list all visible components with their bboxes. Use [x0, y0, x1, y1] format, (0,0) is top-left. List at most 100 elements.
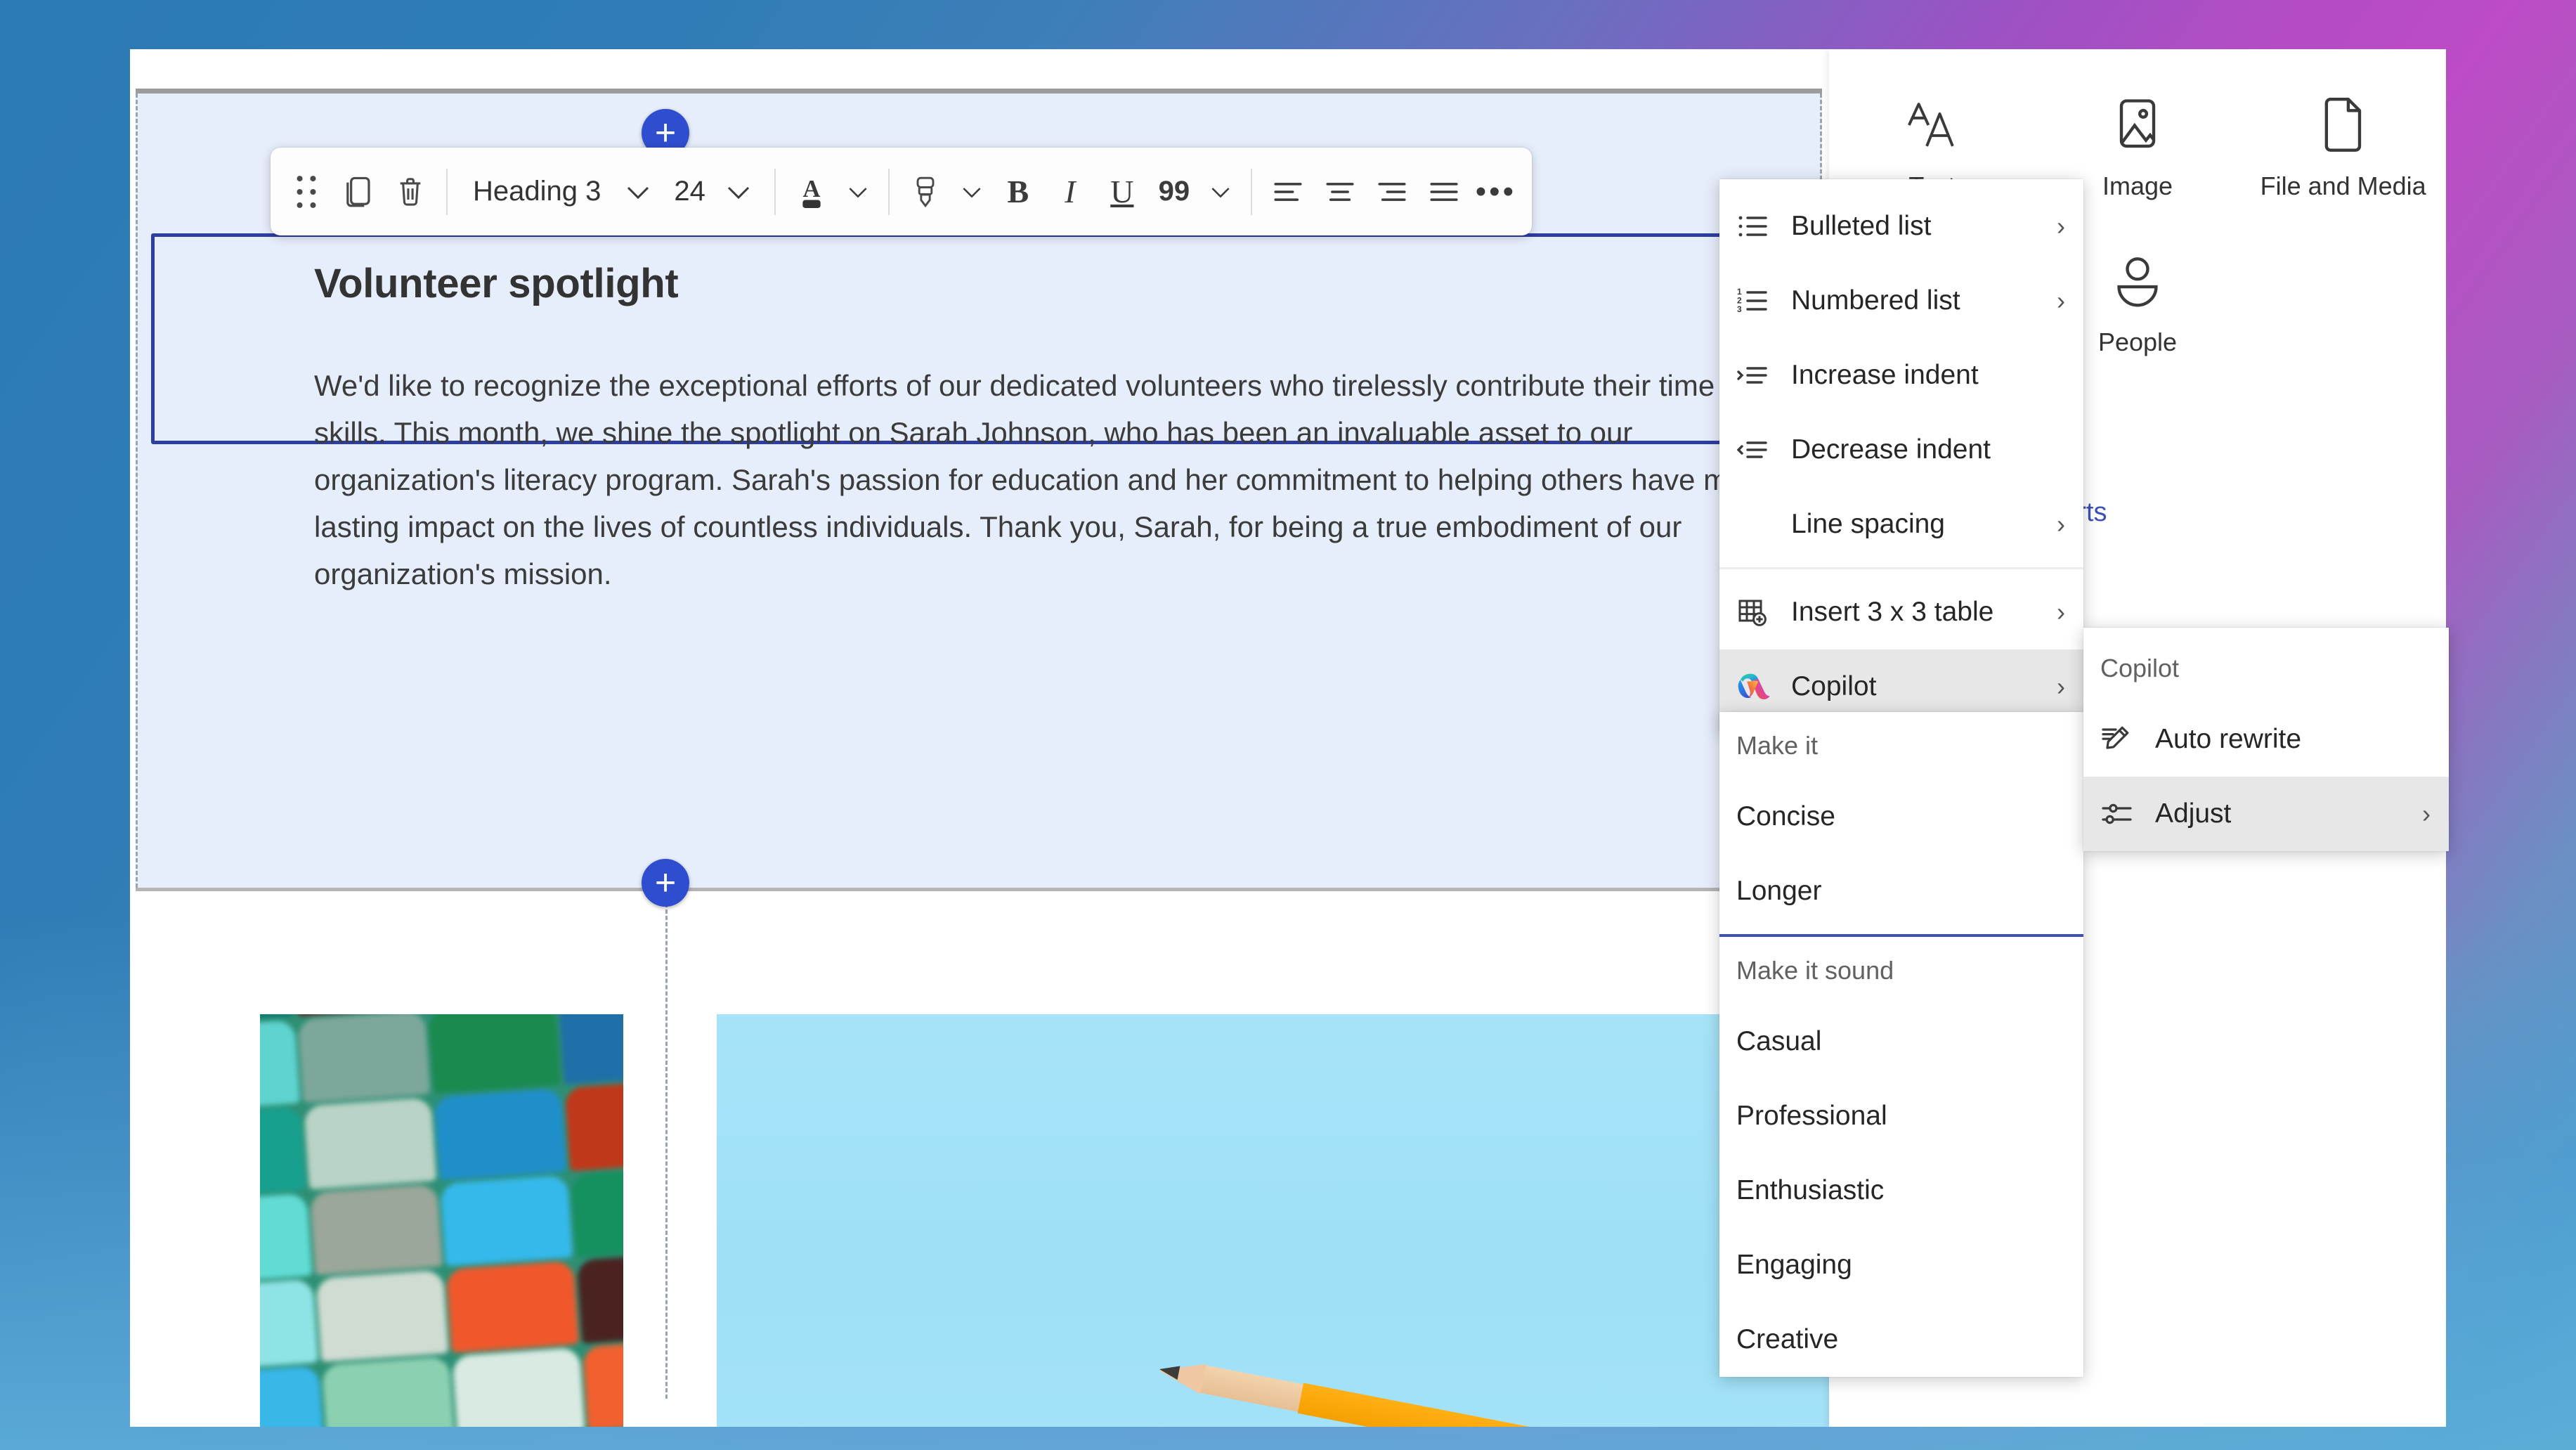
menu-item-concise[interactable]: Concise: [1719, 779, 2083, 854]
menu-item-insert-table[interactable]: Insert 3 x 3 table ›: [1719, 575, 2083, 649]
menu-item-auto-rewrite[interactable]: Auto rewrite: [2083, 702, 2449, 777]
menu-item-label: Bulleted list: [1791, 211, 2047, 242]
font-color-icon[interactable]: A: [786, 160, 838, 224]
duplicate-icon[interactable]: [332, 160, 384, 224]
align-center-icon[interactable]: [1314, 160, 1366, 224]
drag-handle-icon[interactable]: [280, 160, 332, 224]
menu-item-line-spacing[interactable]: Line spacing ›: [1719, 487, 2083, 562]
copilot-submenu: Copilot Auto rewrite Adjust ›: [2083, 628, 2449, 851]
adjust-icon: [2100, 796, 2144, 832]
text-formatting-toolbar: Heading 3 24 A: [271, 148, 1532, 235]
file-media-icon: [2310, 91, 2377, 159]
menu-item-increase-indent[interactable]: Increase indent: [1719, 338, 2083, 413]
menu-item-label: Creative: [1736, 1324, 2065, 1355]
toolbar-divider: [446, 169, 448, 215]
image-icon: [2104, 91, 2171, 159]
menu-item-bulleted-list[interactable]: Bulleted list ›: [1719, 189, 2083, 264]
menu-item-label: Professional: [1736, 1101, 2065, 1132]
web-part-label: People: [2098, 328, 2177, 357]
menu-item-label: Line spacing: [1791, 509, 2047, 540]
menu-item-engaging[interactable]: Engaging: [1719, 1228, 2083, 1302]
menu-item-decrease-indent[interactable]: Decrease indent: [1719, 413, 2083, 487]
pencil-illustration: [1155, 1349, 1646, 1427]
more-options-context-menu: Bulleted list › 1 2 3 Numbered list › In…: [1719, 179, 2083, 731]
menu-item-adjust[interactable]: Adjust ›: [2083, 777, 2449, 851]
menu-item-professional[interactable]: Professional: [1719, 1079, 2083, 1153]
decrease-indent-icon: [1736, 432, 1780, 468]
align-left-icon[interactable]: [1262, 160, 1314, 224]
menu-item-label: Auto rewrite: [2155, 724, 2431, 755]
copilot-icon: [1736, 668, 1780, 705]
menu-item-casual[interactable]: Casual: [1719, 1004, 2083, 1079]
paragraph-style-chevron-down-icon[interactable]: [612, 160, 664, 224]
toolbar-divider: [888, 169, 890, 215]
menu-item-label: Concise: [1736, 801, 2065, 832]
add-section-button-middle[interactable]: +: [642, 859, 689, 907]
insert-table-icon: [1736, 594, 1780, 630]
highlight-chevron-down-icon[interactable]: [951, 160, 992, 224]
menu-divider: [1719, 567, 2083, 569]
web-part-file-and-media[interactable]: File and Media: [2240, 84, 2446, 208]
delete-icon[interactable]: [384, 160, 436, 224]
menu-item-label: Enthusiastic: [1736, 1175, 2065, 1206]
svg-text:A: A: [802, 175, 820, 202]
page-canvas: Volunteer spotlight We'd like to recogni…: [130, 49, 1829, 1427]
copilot-rewrite-flyout: Make it Concise Longer Make it sound Cas…: [1719, 712, 2083, 1377]
menu-item-creative[interactable]: Creative: [1719, 1302, 2083, 1377]
menu-item-longer[interactable]: Longer: [1719, 854, 2083, 928]
quote-button[interactable]: 99: [1148, 160, 1200, 224]
italic-button[interactable]: I: [1044, 160, 1096, 224]
menu-item-enthusiastic[interactable]: Enthusiastic: [1719, 1153, 2083, 1228]
people-icon: [2104, 247, 2171, 315]
menu-item-label: Adjust: [2155, 798, 2412, 829]
submenu-header-copilot: Copilot: [2083, 635, 2449, 702]
toolbar-divider: [1251, 169, 1252, 215]
underline-button[interactable]: U: [1096, 160, 1148, 224]
spacer-icon: [1736, 506, 1780, 543]
pencil-image[interactable]: [717, 1014, 1829, 1427]
web-part-label: Image: [2102, 171, 2173, 201]
menu-item-label: Insert 3 x 3 table: [1791, 597, 2047, 628]
quote-chevron-down-icon[interactable]: [1200, 160, 1241, 224]
group-header-make-it: Make it: [1719, 712, 2083, 779]
toolbar-divider: [774, 169, 776, 215]
more-options-button[interactable]: •••: [1470, 160, 1522, 224]
text-icon: [1898, 91, 1965, 159]
menu-item-label: Increase indent: [1791, 360, 2065, 391]
align-justify-icon[interactable]: [1418, 160, 1470, 224]
chevron-right-icon: ›: [2422, 799, 2431, 829]
numbered-list-icon: 1 2 3: [1736, 283, 1780, 319]
align-right-icon[interactable]: [1366, 160, 1418, 224]
increase-indent-icon: [1736, 357, 1780, 394]
canvas-top-rule: [136, 89, 1822, 93]
menu-item-label: Decrease indent: [1791, 434, 2065, 465]
font-size-chevron-down-icon[interactable]: [713, 160, 765, 224]
font-size-value[interactable]: 24: [664, 176, 713, 207]
svg-text:3: 3: [1737, 304, 1742, 314]
highlight-icon[interactable]: [899, 160, 951, 224]
column-divider: [665, 903, 668, 1399]
menu-item-label: Copilot: [1791, 671, 2047, 702]
bulleted-list-icon: [1736, 208, 1780, 245]
chairs-image-content: [260, 1014, 623, 1427]
chevron-right-icon: ›: [2057, 212, 2065, 241]
lower-section-rule: [136, 888, 1822, 891]
web-part-label: File and Media: [2260, 171, 2426, 201]
group-header-make-it-sound: Make it sound: [1719, 937, 2083, 1004]
menu-item-label: Longer: [1736, 876, 2065, 907]
menu-item-label: Casual: [1736, 1026, 2065, 1057]
paragraph-style-value[interactable]: Heading 3: [457, 176, 612, 207]
menu-item-label: Numbered list: [1791, 285, 2047, 316]
chairs-image[interactable]: [260, 1014, 623, 1427]
bold-button[interactable]: B: [992, 160, 1044, 224]
auto-rewrite-icon: [2100, 721, 2144, 758]
chevron-right-icon: ›: [2057, 672, 2065, 701]
chevron-right-icon: ›: [2057, 597, 2065, 627]
chevron-right-icon: ›: [2057, 286, 2065, 316]
page-body-text[interactable]: We'd like to recognize the exceptional e…: [314, 362, 1811, 597]
page-heading: Volunteer spotlight: [314, 260, 678, 307]
font-color-chevron-down-icon[interactable]: [838, 160, 878, 224]
menu-item-label: Engaging: [1736, 1250, 2065, 1281]
chevron-right-icon: ›: [2057, 510, 2065, 539]
menu-item-numbered-list[interactable]: 1 2 3 Numbered list ›: [1719, 264, 2083, 338]
